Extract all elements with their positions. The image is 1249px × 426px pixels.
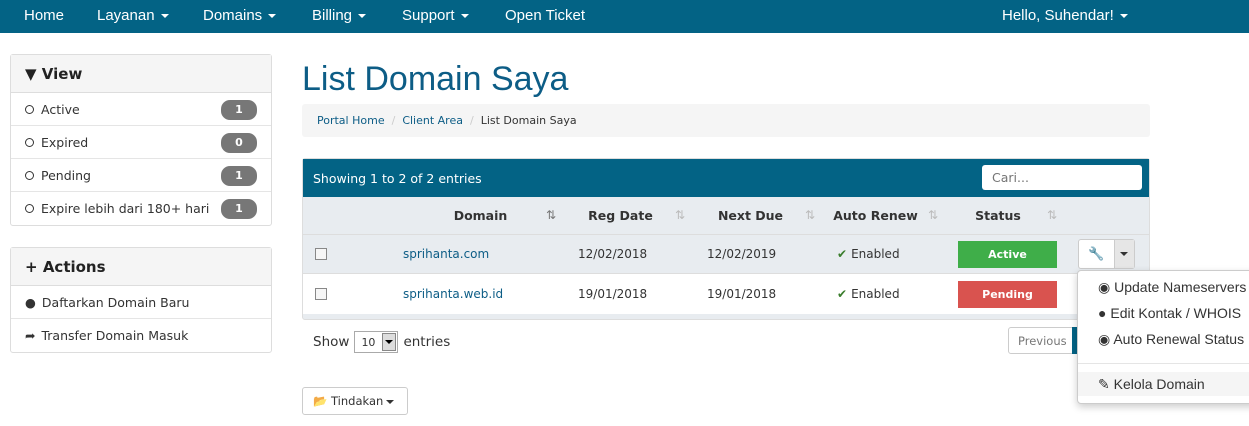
globe-icon: ◉ (1098, 279, 1111, 295)
domain-link[interactable]: sprihanta.web.id (403, 274, 503, 314)
auto-renew: ✔ Enabled (837, 287, 900, 301)
menu-auto-renewal[interactable]: ◉ Auto Renewal Status (1098, 331, 1244, 348)
globe-icon: ◉ (1098, 331, 1111, 347)
globe-icon: ● (25, 295, 36, 310)
caret-down-icon (460, 14, 469, 19)
breadcrumb-client-area[interactable]: Client Area (402, 114, 463, 127)
domains-table-panel: Showing 1 to 2 of 2 entries Domain⇅ Reg … (302, 158, 1150, 320)
col-status[interactable]: Status (948, 197, 1048, 234)
column-headers: Domain ⇅ Reg Date ⇅ Next Due ⇅ Auto Renew ⇅ … (303, 197, 1149, 234)
top-navbar: Home Layanan Domains Billing Support Ope… (0, 0, 1249, 33)
pencil-icon: ✎ (1098, 376, 1110, 392)
count-badge: 1 (221, 100, 257, 120)
page-length: Show 10 entries (313, 331, 450, 353)
dropdown-toggle[interactable] (1113, 240, 1134, 268)
table-header-bar: Showing 1 to 2 of 2 entries (303, 159, 1149, 197)
sort-icon: ⇅ (1047, 208, 1058, 222)
nav-user-menu[interactable]: Hello, Suhendar! (1002, 7, 1128, 24)
view-item-expire-180[interactable]: Expire lebih dari 180+ hari 1 (11, 192, 271, 225)
view-item-active[interactable]: Active 1 (11, 93, 271, 126)
col-domain[interactable]: Domain (393, 197, 568, 234)
previous-button[interactable]: Previous (1008, 327, 1074, 354)
count-badge: 0 (221, 133, 257, 153)
tindakan-button[interactable]: 📂 Tindakan (302, 387, 408, 415)
sort-icon: ⇅ (805, 208, 816, 222)
auto-renew: ✔ Enabled (837, 247, 900, 261)
domain-actions-dropdown: ◉ Update Nameservers ● Edit Kontak / WHO… (1077, 270, 1249, 404)
nav-open-ticket[interactable]: Open Ticket (505, 7, 585, 24)
circle-icon (25, 204, 34, 213)
status-badge: Pending (958, 281, 1057, 308)
caret-down-icon (268, 14, 277, 19)
view-item-expired[interactable]: Expired 0 (11, 126, 271, 159)
action-transfer-domain[interactable]: ➦ Transfer Domain Masuk (11, 319, 271, 352)
breadcrumb-portal-home[interactable]: Portal Home (317, 114, 385, 127)
user-icon: ● (1098, 305, 1107, 321)
share-icon: ➦ (25, 328, 36, 343)
col-auto-renew[interactable]: Auto Renew (833, 197, 918, 234)
circle-icon (25, 138, 34, 147)
caret-down-icon (160, 14, 169, 19)
filter-icon: ▼ (25, 65, 37, 83)
page-title: List Domain Saya (302, 60, 569, 98)
view-panel-header: ▼ View (11, 55, 271, 93)
next-due: 19/01/2018 (707, 287, 777, 301)
reg-date: 12/02/2018 (578, 247, 648, 261)
manage-button-group: 🔧 (1078, 239, 1135, 269)
menu-edit-contact[interactable]: ● Edit Kontak / WHOIS (1098, 305, 1241, 321)
wrench-icon[interactable]: 🔧 (1079, 247, 1114, 262)
check-icon: ✔ (837, 287, 848, 301)
reg-date: 19/01/2018 (578, 287, 648, 301)
entries-info: Showing 1 to 2 of 2 entries (313, 171, 482, 186)
table-row: sprihanta.com 12/02/2018 12/02/2019 ✔ Ena… (303, 234, 1149, 273)
col-reg-date[interactable]: Reg Date (568, 197, 673, 234)
breadcrumb-current: List Domain Saya (480, 114, 577, 127)
action-register-domain[interactable]: ● Daftarkan Domain Baru (11, 286, 271, 319)
next-due: 12/02/2019 (707, 247, 777, 261)
nav-home[interactable]: Home (24, 7, 64, 24)
plus-icon: + (25, 258, 38, 276)
status-badge: Active (958, 241, 1057, 268)
circle-icon (25, 105, 34, 114)
sort-asc-icon: ⇅ (546, 208, 557, 222)
view-panel: ▼ View Active 1 Expired 0 Pending 1 Expire … (10, 54, 272, 226)
nav-layanan[interactable]: Layanan (97, 7, 169, 24)
view-item-pending[interactable]: Pending 1 (11, 159, 271, 192)
nav-domains[interactable]: Domains (203, 7, 277, 24)
caret-down-icon (358, 14, 367, 19)
menu-update-nameservers[interactable]: ◉ Update Nameservers (1098, 279, 1246, 296)
nav-billing[interactable]: Billing (312, 7, 367, 24)
row-checkbox[interactable] (315, 288, 327, 300)
col-next-due[interactable]: Next Due (698, 197, 803, 234)
check-icon: ✔ (837, 247, 848, 261)
menu-kelola-domain[interactable]: ✎ Kelola Domain (1098, 376, 1205, 393)
caret-down-icon (1119, 14, 1128, 19)
length-select[interactable]: 10 (354, 331, 399, 353)
sort-icon: ⇅ (928, 208, 939, 222)
circle-icon (25, 171, 34, 180)
search-input[interactable] (982, 165, 1142, 190)
count-badge: 1 (221, 166, 257, 186)
folder-open-icon: 📂 (313, 394, 328, 408)
row-checkbox[interactable] (315, 248, 327, 260)
nav-support[interactable]: Support (402, 7, 469, 24)
breadcrumb: Portal Home / Client Area / List Domain Saya (302, 104, 1150, 137)
menu-divider (1078, 363, 1249, 364)
table-row: sprihanta.web.id 19/01/2018 19/01/2018 ✔… (303, 273, 1149, 314)
actions-panel-header: + Actions (11, 248, 271, 286)
actions-panel: + Actions ● Daftarkan Domain Baru ➦ Transf… (10, 247, 272, 353)
count-badge: 1 (221, 199, 257, 219)
sort-icon: ⇅ (675, 208, 686, 222)
domain-link[interactable]: sprihanta.com (403, 235, 489, 273)
